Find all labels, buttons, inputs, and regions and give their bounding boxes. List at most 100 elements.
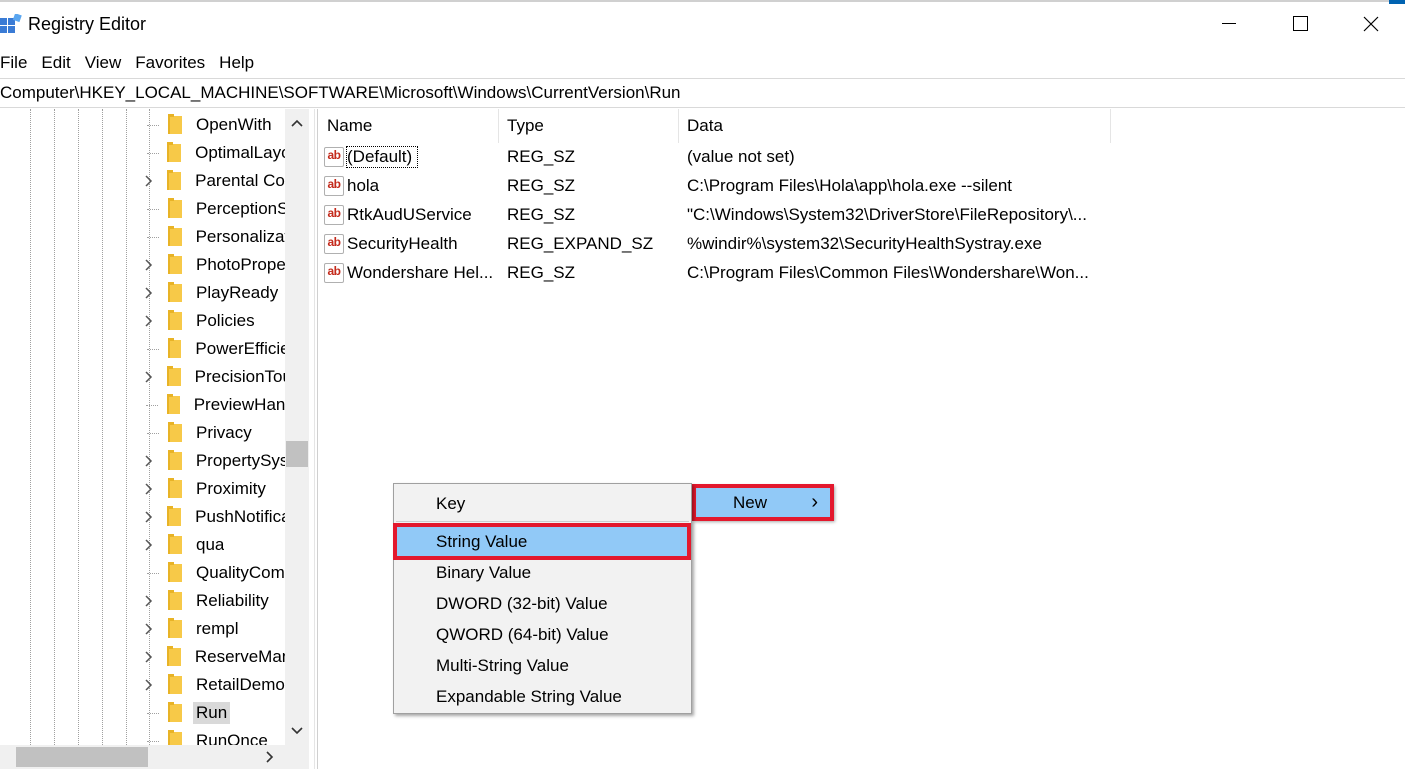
menu-item-qword-value-label: QWORD (64-bit) Value <box>436 624 609 644</box>
menu-view[interactable]: View <box>78 53 129 73</box>
tree-item-label: PhotoPrope <box>196 255 286 274</box>
value-type: REG_SZ <box>507 262 576 282</box>
chevron-right-icon[interactable] <box>138 307 160 335</box>
tree-item[interactable]: PlayReady <box>138 279 288 307</box>
tree-item[interactable]: Personalizat <box>138 223 288 251</box>
tree-item[interactable]: PhotoPrope <box>138 251 288 279</box>
tree-item[interactable]: PropertySys <box>138 447 288 475</box>
minimize-button[interactable] <box>1194 0 1264 48</box>
folder-icon <box>167 142 182 162</box>
menu-item-multi-string-value-label: Multi-String Value <box>436 655 569 675</box>
table-row[interactable]: ab SecurityHealth REG_EXPAND_SZ %windir%\sy… <box>319 229 1119 258</box>
tree-item[interactable]: OpenWith <box>138 111 288 139</box>
chevron-right-icon[interactable] <box>138 279 160 307</box>
menu-item-expandable-string-value[interactable]: Expandable String Value <box>394 681 691 712</box>
chevron-right-icon[interactable] <box>138 363 159 391</box>
folder-icon <box>167 366 181 386</box>
tree-connector <box>138 139 159 167</box>
folder-icon <box>168 562 182 582</box>
tree-item[interactable]: Proximity <box>138 475 288 503</box>
table-row[interactable]: ab Wondershare Hel... REG_SZ C:\Program Fil… <box>319 258 1119 287</box>
tree-item[interactable]: qua <box>138 531 288 559</box>
menu-item-dword-value[interactable]: DWORD (32-bit) Value <box>394 588 691 619</box>
menu-item-new[interactable]: New › <box>695 487 830 518</box>
key-tree[interactable]: OpenWith OptimalLayo Parental Cor Perceptio… <box>0 109 310 769</box>
tree-connector <box>138 419 160 447</box>
chevron-right-icon[interactable] <box>138 167 159 195</box>
tree-item-label: PropertySys <box>195 451 288 470</box>
chevron-right-icon[interactable] <box>138 671 160 699</box>
menu-item-string-value[interactable]: String Value <box>396 526 689 557</box>
column-header-name[interactable]: Name <box>319 109 499 143</box>
tree-item-label: PrecisionTou <box>194 367 288 386</box>
menu-item-key[interactable]: Key <box>394 488 691 519</box>
hscroll-thumb[interactable] <box>16 747 148 767</box>
tree-item[interactable]: OptimalLayo <box>138 139 288 167</box>
tree-item[interactable]: Parental Cor <box>138 167 288 195</box>
scroll-down-button[interactable] <box>285 719 309 743</box>
close-icon <box>1363 16 1379 32</box>
tree-item[interactable]: PowerEfficie <box>138 335 288 363</box>
tree-item-label: Proximity <box>196 479 266 498</box>
value-name: Wondershare Hel... <box>347 262 494 282</box>
chevron-right-icon: › <box>811 491 818 513</box>
table-row[interactable]: ab hola REG_SZ C:\Program Files\Hola\app\ho… <box>319 171 1119 200</box>
table-row[interactable]: ab RtkAudUService REG_SZ "C:\Windows\System… <box>319 200 1119 229</box>
list-header: Name Type Data <box>319 109 1111 143</box>
chevron-right-icon[interactable] <box>138 251 160 279</box>
tree-item[interactable]: PrecisionTou <box>138 363 288 391</box>
tree-item-label: Privacy <box>196 423 252 442</box>
tree-item[interactable]: Privacy <box>138 419 288 447</box>
scroll-up-button[interactable] <box>285 111 309 135</box>
menu-file[interactable]: File <box>0 53 34 73</box>
tree-item[interactable]: rempl <box>138 615 288 643</box>
tree-item[interactable]: Policies <box>138 307 288 335</box>
scroll-right-button[interactable] <box>258 745 282 769</box>
folder-icon <box>168 618 182 638</box>
scroll-thumb[interactable] <box>286 441 308 467</box>
tree-item-label: qua <box>196 535 225 554</box>
tree-item[interactable]: RetailDemo <box>138 671 288 699</box>
tree-item[interactable]: PreviewHand <box>138 391 288 419</box>
menu-edit[interactable]: Edit <box>34 53 77 73</box>
tree-item[interactable]: PushNotifica <box>138 503 288 531</box>
tree-vertical-scrollbar[interactable] <box>285 109 309 745</box>
value-type: REG_SZ <box>507 175 576 195</box>
value-type: REG_SZ <box>507 204 576 224</box>
value-data: C:\Program Files\Hola\app\hola.exe --sil… <box>687 175 1013 195</box>
chevron-right-icon[interactable] <box>138 475 160 503</box>
menu-item-binary-value[interactable]: Binary Value <box>394 557 691 588</box>
maximize-button[interactable] <box>1266 0 1336 48</box>
close-button[interactable] <box>1336 0 1405 48</box>
chevron-right-icon[interactable] <box>138 615 160 643</box>
menu-help[interactable]: Help <box>212 53 261 73</box>
chevron-right-icon[interactable] <box>138 531 160 559</box>
address-path[interactable]: Computer\HKEY_LOCAL_MACHINE\SOFTWARE\Mic… <box>0 83 681 103</box>
pane-splitter[interactable] <box>314 109 318 769</box>
folder-icon <box>168 674 182 694</box>
tree-connector <box>138 335 160 363</box>
menu-item-expandable-string-value-label: Expandable String Value <box>436 686 622 706</box>
tree-horizontal-scrollbar[interactable] <box>0 745 285 769</box>
address-bar[interactable]: Computer\HKEY_LOCAL_MACHINE\SOFTWARE\Mic… <box>0 78 1405 108</box>
chevron-right-icon[interactable] <box>138 643 159 671</box>
table-row[interactable]: ab (Default) REG_SZ (value not set) <box>319 142 1119 171</box>
folder-icon <box>168 590 182 610</box>
menu-item-multi-string-value[interactable]: Multi-String Value <box>394 650 691 681</box>
chevron-right-icon[interactable] <box>138 503 159 531</box>
menu-favorites[interactable]: Favorites <box>128 53 212 73</box>
tree-item[interactable]: Run <box>138 699 288 727</box>
tree-item[interactable]: ReserveMan <box>138 643 288 671</box>
tree-item-label: PlayReady <box>196 283 279 302</box>
tree-item[interactable]: Reliability <box>138 587 288 615</box>
tree-item[interactable]: QualityCom <box>138 559 288 587</box>
column-header-type[interactable]: Type <box>499 109 679 143</box>
chevron-right-icon[interactable] <box>138 587 160 615</box>
menu-item-qword-value[interactable]: QWORD (64-bit) Value <box>394 619 691 650</box>
new-submenu: Key String Value Binary Value DWORD (32-… <box>393 483 692 714</box>
tree-connector <box>138 391 159 419</box>
column-header-data[interactable]: Data <box>679 109 1111 143</box>
menu-item-binary-value-label: Binary Value <box>436 562 532 582</box>
chevron-right-icon[interactable] <box>138 447 160 475</box>
tree-item[interactable]: PerceptionS <box>138 195 288 223</box>
